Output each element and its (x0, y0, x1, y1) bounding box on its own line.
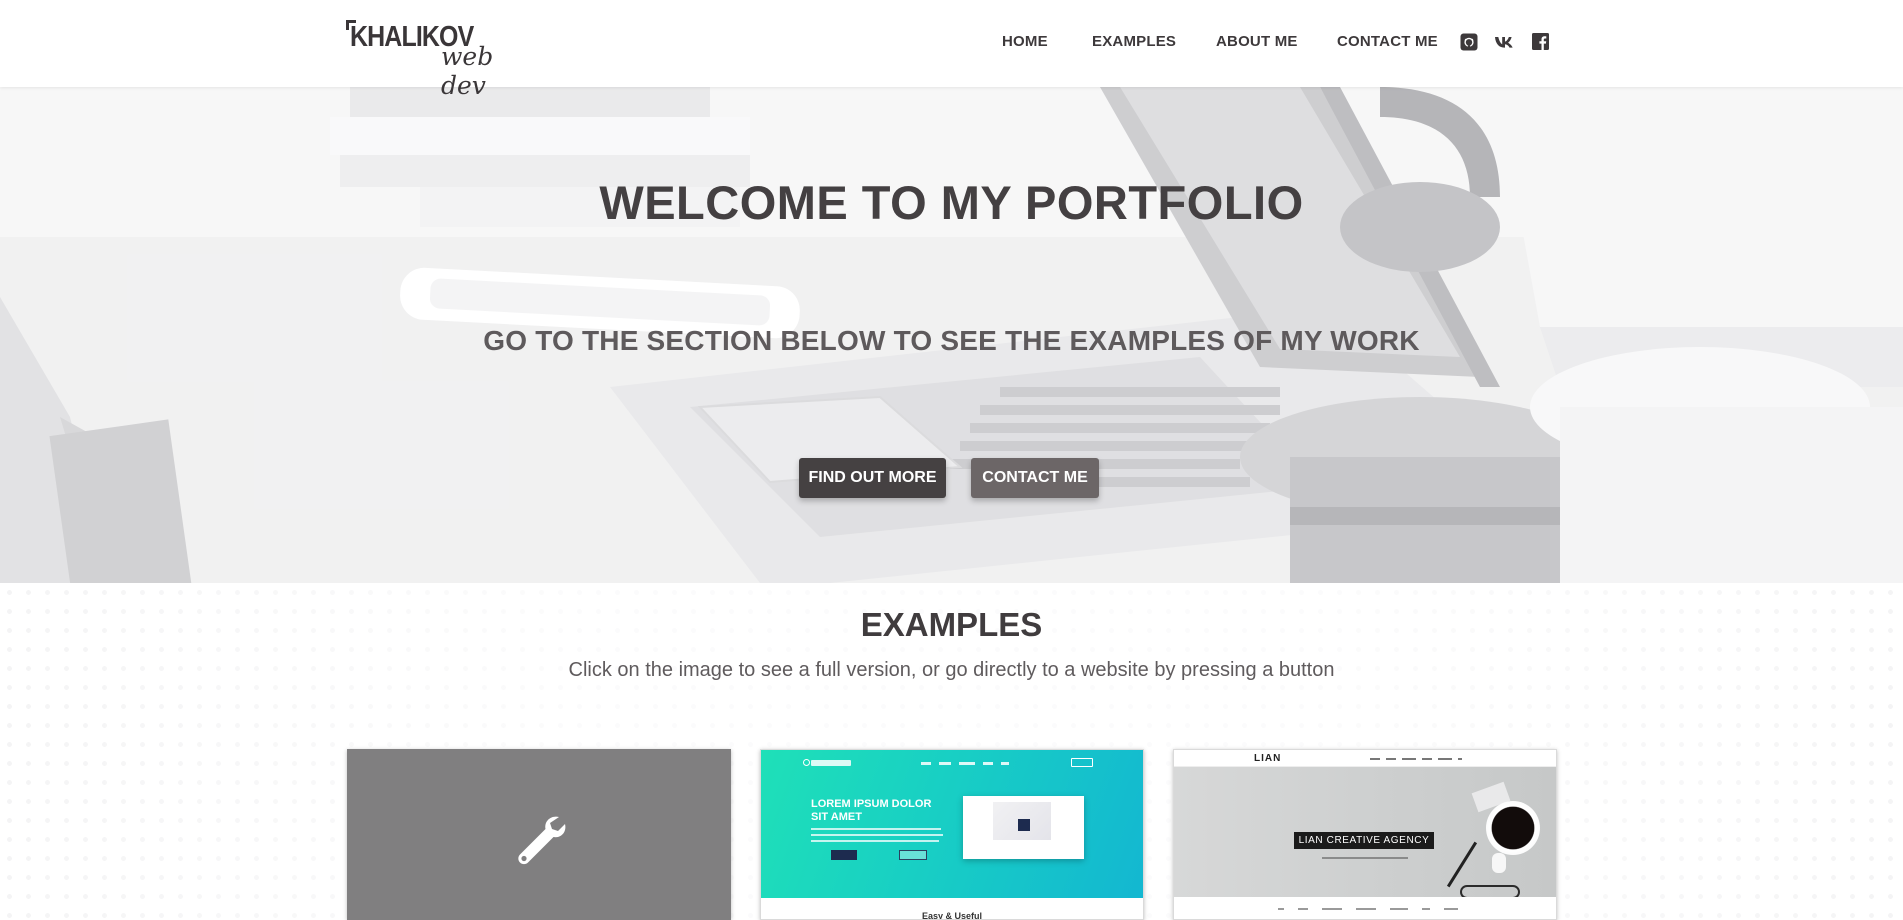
nav-home-link[interactable]: HOME (1002, 33, 1048, 50)
nav-examples-link[interactable]: EXAMPLES (1092, 33, 1176, 50)
thumbnail-text-line (811, 828, 941, 830)
hero-section: WELCOME TO MY PORTFOLIO GO TO THE SECTIO… (0, 87, 1903, 583)
hero-title: WELCOME TO MY PORTFOLIO (599, 176, 1304, 229)
examples-section: EXAMPLES Click on the image to see a ful… (0, 583, 1903, 920)
thumbnail-text-line (811, 834, 943, 836)
play-icon (1018, 819, 1030, 831)
thumbnail-nav-item (1386, 758, 1396, 760)
agency-filter-bar (1174, 897, 1556, 919)
thumbnail-nav-item (1001, 762, 1009, 765)
hero-subtitle: GO TO THE SECTION BELOW TO SEE THE EXAMP… (483, 325, 1420, 356)
thumbnail-nav-item (1370, 758, 1380, 760)
thumbnail-nav-item (1422, 758, 1432, 760)
thumbnail-logo-icon (803, 759, 810, 766)
thumbnail-nav-item (983, 762, 993, 765)
thumbnail-filter-item (1298, 908, 1308, 910)
agency-logo: LIAN (1254, 753, 1282, 764)
thumbnail-pen (1446, 841, 1478, 888)
thumbnail-filter-item (1322, 908, 1342, 910)
thumbnail-nav-item (921, 762, 931, 765)
agency-thumbnail-header: LIAN (1174, 750, 1556, 767)
find-out-more-button[interactable]: FIND OUT MORE (799, 458, 946, 498)
github-icon[interactable] (1460, 33, 1478, 51)
example-card-landing[interactable]: LOREM IPSUM DOLOR SIT AMET Easy & Useful (760, 749, 1144, 920)
agency-thumbnail-image: LIAN CREATIVE AGENCY (1174, 767, 1556, 899)
facebook-icon[interactable] (1532, 33, 1550, 51)
nav-about-link[interactable]: ABOUT ME (1216, 33, 1298, 50)
wrench-icon (515, 814, 567, 866)
thumbnail-nav-item (1402, 758, 1416, 760)
thumbnail-heading: LOREM IPSUM DOLOR SIT AMET (811, 798, 932, 823)
thumbnail-filter-item (1390, 908, 1408, 910)
vk-icon[interactable] (1494, 33, 1513, 51)
thumbnail-secondary-button (899, 850, 927, 860)
thumbnail-screenshot (963, 796, 1084, 859)
thumbnail-filter-item (1444, 908, 1458, 910)
thumbnail-filter-item (1278, 908, 1284, 910)
search-icon (1458, 758, 1462, 760)
agency-tagline (1322, 857, 1408, 859)
thumbnail-filter-item (1422, 908, 1430, 910)
agency-banner-label: LIAN CREATIVE AGENCY (1294, 832, 1434, 849)
thumbnail-nav-item (939, 762, 951, 765)
examples-title: EXAMPLES (860, 606, 1043, 643)
thumbnail-cup-handle (1492, 853, 1506, 873)
thumbnail-nav-button (1071, 758, 1093, 767)
thumbnail-nav-item (1438, 758, 1452, 760)
thumbnail-nav-item (959, 762, 975, 765)
thumbnail-coffee-cup (1486, 801, 1540, 855)
examples-description: Click on the image to see a full version… (568, 659, 1335, 681)
site-header: KHALIKOV web dev HOME EXAMPLES ABOUT ME … (0, 0, 1903, 100)
landing-thumbnail-image: LOREM IPSUM DOLOR SIT AMET (761, 750, 1143, 898)
example-card-agency[interactable]: LIAN LIAN CREATIVE AGENCY (1173, 749, 1557, 920)
thumbnail-filter-item (1356, 908, 1376, 910)
thumbnail-caption: Easy & Useful (761, 898, 1143, 919)
example-card-placeholder[interactable] (347, 749, 731, 920)
thumbnail-text-line (811, 840, 939, 842)
nav-contact-link[interactable]: CONTACT ME (1337, 33, 1438, 50)
thumbnail-logo (811, 760, 851, 766)
site-logo[interactable]: KHALIKOV web dev (346, 18, 536, 100)
thumbnail-primary-button (831, 850, 857, 860)
logo-sub-text: web dev (441, 42, 494, 100)
contact-me-button[interactable]: CONTACT ME (971, 458, 1099, 498)
